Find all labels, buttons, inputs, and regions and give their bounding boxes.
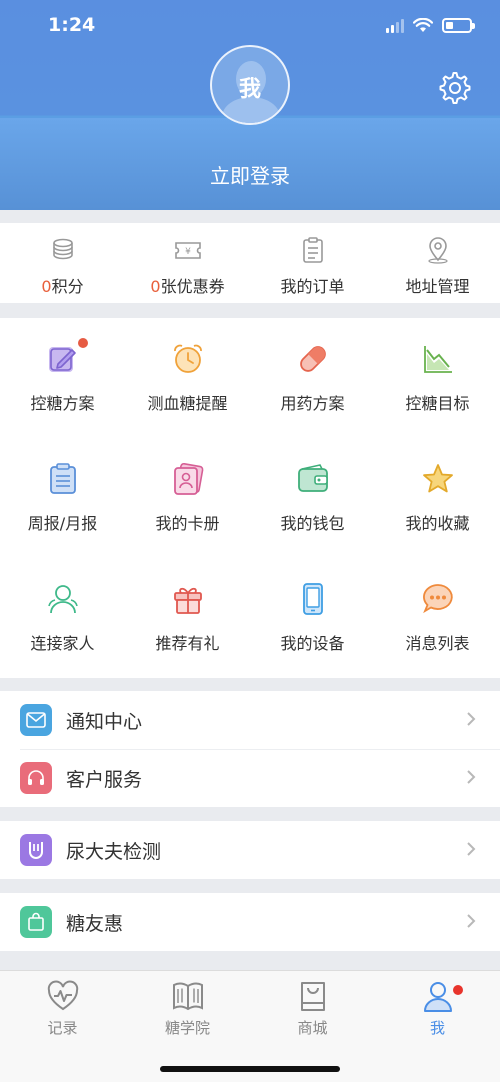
- coupons-item[interactable]: ¥ 0张优惠券: [125, 223, 250, 303]
- avatar-text: 我: [238, 77, 261, 102]
- message-icon: [422, 584, 453, 614]
- feature-label: 我的设备: [280, 634, 345, 653]
- user-icon: [423, 982, 452, 1012]
- feature-referral-gift[interactable]: 推荐有礼: [125, 558, 250, 678]
- urine-test-row[interactable]: 尿大夫检测: [0, 821, 500, 879]
- feature-label: 我的钱包: [280, 514, 345, 533]
- report-icon: [49, 463, 76, 494]
- row-label: 通知中心: [66, 710, 143, 733]
- feature-label: 连接家人: [30, 634, 95, 653]
- tab-label: 记录: [47, 1019, 78, 1037]
- book-icon: [172, 982, 203, 1011]
- shopping-bag-icon: [20, 906, 52, 938]
- feature-message-list[interactable]: 消息列表: [375, 558, 500, 678]
- tab-label: 商城: [297, 1019, 328, 1037]
- gift-icon: [173, 587, 202, 614]
- edit-note-icon: [48, 347, 76, 372]
- notification-badge: [453, 985, 463, 995]
- feature-my-devices[interactable]: 我的设备: [250, 558, 375, 678]
- row-label: 尿大夫检测: [66, 840, 162, 863]
- avatar[interactable]: 我: [210, 45, 290, 125]
- new-badge: [78, 338, 88, 348]
- feature-medication-plan[interactable]: 用药方案: [250, 318, 375, 438]
- home-indicator: [160, 1066, 340, 1072]
- status-bar: 1:24: [0, 0, 500, 50]
- tab-label: 我: [429, 1019, 445, 1037]
- tab-academy[interactable]: 糖学院: [125, 971, 250, 1038]
- tab-label: 糖学院: [164, 1019, 210, 1037]
- location-pin-icon: [427, 237, 448, 264]
- row-label: 糖友惠: [66, 912, 124, 935]
- card-album-icon: [173, 462, 203, 495]
- orders-item[interactable]: 我的订单: [250, 223, 375, 303]
- feature-label: 控糖目标: [405, 394, 470, 413]
- trend-chart-icon: [423, 346, 452, 373]
- mail-icon: [20, 704, 52, 736]
- customer-service-row[interactable]: 客户服务: [0, 749, 500, 807]
- chevron-right-icon: [467, 842, 476, 856]
- feature-wallet[interactable]: 我的钱包: [250, 438, 375, 558]
- cellular-signal-icon: [386, 18, 404, 33]
- device-icon: [302, 583, 323, 615]
- feature-label: 用药方案: [280, 394, 345, 413]
- alarm-clock-icon: [173, 344, 202, 373]
- chevron-right-icon: [467, 712, 476, 726]
- feature-favorites[interactable]: 我的收藏: [375, 438, 500, 558]
- battery-icon: [442, 18, 475, 33]
- feature-label: 控糖方案: [30, 394, 95, 413]
- clipboard-icon: [302, 237, 323, 263]
- feature-glucose-reminder[interactable]: 测血糖提醒: [125, 318, 250, 438]
- status-icons: [386, 18, 475, 33]
- tab-mall[interactable]: 商城: [250, 971, 375, 1038]
- test-strip-icon: [20, 834, 52, 866]
- address-item[interactable]: 地址管理: [375, 223, 500, 303]
- chevron-right-icon: [467, 914, 476, 928]
- feature-label: 消息列表: [405, 634, 470, 653]
- notification-center-row[interactable]: 通知中心: [0, 691, 500, 749]
- feature-sugar-plan[interactable]: 控糖方案: [0, 318, 125, 438]
- feature-sugar-goal[interactable]: 控糖目标: [375, 318, 500, 438]
- urine-test-menu: 尿大夫检测: [0, 821, 500, 879]
- feature-label: 推荐有礼: [155, 634, 220, 653]
- settings-gear-icon[interactable]: [438, 71, 472, 105]
- feature-card-album[interactable]: 我的卡册: [125, 438, 250, 558]
- coupon-icon: ¥: [174, 242, 201, 259]
- status-time: 1:24: [48, 14, 96, 36]
- service-menu: 通知中心 客户服务: [0, 691, 500, 807]
- login-button[interactable]: 立即登录: [0, 160, 500, 189]
- feature-label: 测血糖提醒: [147, 394, 228, 413]
- orders-label: 我的订单: [280, 277, 345, 296]
- feature-reports[interactable]: 周报/月报: [0, 438, 125, 558]
- sugar-friends-row[interactable]: 糖友惠: [0, 893, 500, 951]
- coupons-label: 0张优惠券: [150, 277, 225, 296]
- feature-label: 周报/月报: [27, 514, 98, 533]
- shopping-bag-icon: [300, 982, 325, 1011]
- feature-grid: 控糖方案 测血糖提醒 用药方案 控糖目标 周报/月报 我的卡册 我的钱包 我的收…: [0, 318, 500, 678]
- svg-text:¥: ¥: [185, 247, 191, 257]
- feature-label: 我的卡册: [155, 514, 220, 533]
- feature-connect-family[interactable]: 连接家人: [0, 558, 125, 678]
- tab-record[interactable]: 记录: [0, 971, 125, 1038]
- profile-header: 1:24 我 立即登录: [0, 0, 500, 210]
- star-icon: [422, 464, 453, 493]
- coins-icon: [52, 238, 73, 260]
- address-label: 地址管理: [405, 277, 470, 296]
- row-label: 客户服务: [66, 768, 143, 791]
- sugar-friends-menu: 糖友惠: [0, 893, 500, 951]
- pill-icon: [299, 346, 326, 372]
- headset-icon: [20, 762, 52, 794]
- points-item[interactable]: 0积分: [0, 223, 125, 303]
- wallet-icon: [297, 464, 328, 492]
- account-summary: 0积分 ¥ 0张优惠券 我的订单 地址管理: [0, 223, 500, 303]
- family-icon: [47, 585, 78, 614]
- chevron-right-icon: [467, 770, 476, 784]
- tab-me[interactable]: 我: [375, 971, 500, 1038]
- points-label: 0积分: [41, 277, 84, 296]
- feature-label: 我的收藏: [405, 514, 470, 533]
- heartbeat-icon: [47, 980, 78, 1011]
- wifi-icon: [413, 18, 433, 32]
